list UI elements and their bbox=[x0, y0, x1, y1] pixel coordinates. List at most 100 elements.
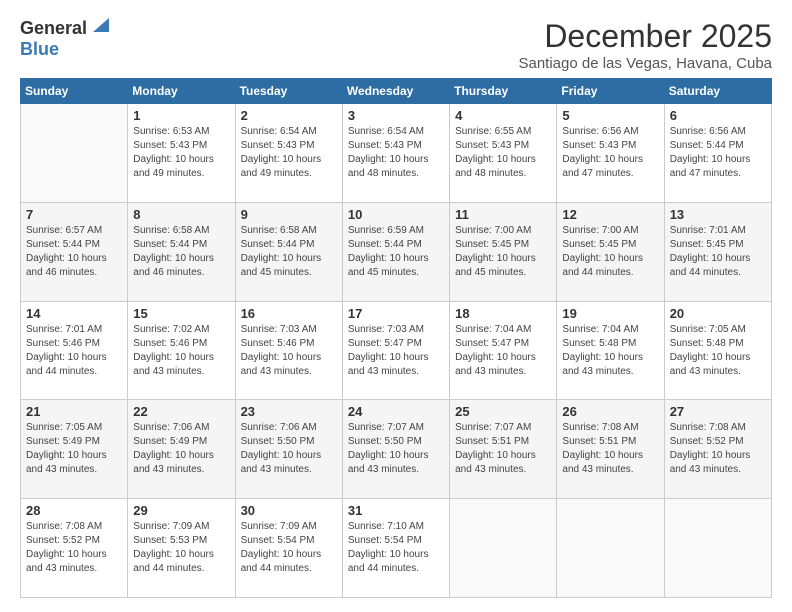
table-row: 20 Sunrise: 7:05 AMSunset: 5:48 PMDayligh… bbox=[664, 301, 771, 400]
day-number: 11 bbox=[455, 207, 551, 222]
day-info: Sunrise: 7:09 AMSunset: 5:54 PMDaylight:… bbox=[241, 520, 337, 576]
calendar-week-row: 14Sunrise: 7:01 AMSunset: 5:46 PMDayligh… bbox=[21, 301, 772, 400]
calendar-week-row: 21Sunrise: 7:05 AMSunset: 5:49 PMDayligh… bbox=[21, 400, 772, 499]
logo: General Blue bbox=[20, 18, 111, 60]
table-row: 9Sunrise: 6:58 AMSunset: 5:44 PMDaylight… bbox=[235, 202, 342, 301]
header-friday: Friday bbox=[557, 79, 664, 104]
header-thursday: Thursday bbox=[450, 79, 557, 104]
day-info: Sunrise: 7:08 AMSunset: 5:52 PMDaylight:… bbox=[26, 520, 122, 576]
table-row: 11 Sunrise: 7:00 AMSunset: 5:45 PMDayligh… bbox=[450, 202, 557, 301]
day-number: 31 bbox=[348, 503, 444, 518]
header: General Blue December 2025 Santiago de l… bbox=[20, 18, 772, 72]
calendar-week-row: 1Sunrise: 6:53 AMSunset: 5:43 PMDaylight… bbox=[21, 104, 772, 203]
day-number: 16 bbox=[241, 306, 337, 321]
day-info: Sunrise: 7:07 AMSunset: 5:51 PMDaylight:… bbox=[455, 421, 551, 477]
calendar-table: Sunday Monday Tuesday Wednesday Thursday… bbox=[20, 78, 772, 598]
day-info: Sunrise: 7:01 AMSunset: 5:45 PMDaylight:… bbox=[670, 224, 766, 280]
table-row: 6 Sunrise: 6:56 AMSunset: 5:44 PMDaylight… bbox=[664, 104, 771, 203]
day-number: 21 bbox=[26, 404, 122, 419]
day-number: 5 bbox=[562, 108, 658, 123]
day-number: 4 bbox=[455, 108, 551, 123]
page: General Blue December 2025 Santiago de l… bbox=[0, 0, 792, 612]
day-info: Sunrise: 7:02 AMSunset: 5:46 PMDaylight:… bbox=[133, 323, 229, 379]
day-number: 20 bbox=[670, 306, 766, 321]
day-info: Sunrise: 7:03 AMSunset: 5:46 PMDaylight:… bbox=[241, 323, 337, 379]
day-number: 19 bbox=[562, 306, 658, 321]
day-number: 6 bbox=[670, 108, 766, 123]
table-row: 28 Sunrise: 7:08 AMSunset: 5:52 PMDayligh… bbox=[21, 499, 128, 598]
logo-general-text: General bbox=[20, 18, 87, 39]
table-row: 26Sunrise: 7:08 AMSunset: 5:51 PMDayligh… bbox=[557, 400, 664, 499]
day-info: Sunrise: 7:00 AMSunset: 5:45 PMDaylight:… bbox=[562, 224, 658, 280]
table-row: 30 Sunrise: 7:09 AMSunset: 5:54 PMDayligh… bbox=[235, 499, 342, 598]
day-info: Sunrise: 7:10 AMSunset: 5:54 PMDaylight:… bbox=[348, 520, 444, 576]
table-row: 1Sunrise: 6:53 AMSunset: 5:43 PMDaylight… bbox=[128, 104, 235, 203]
day-number: 25 bbox=[455, 404, 551, 419]
day-number: 15 bbox=[133, 306, 229, 321]
table-row: 29 Sunrise: 7:09 AMSunset: 5:53 PMDayligh… bbox=[128, 499, 235, 598]
month-title: December 2025 bbox=[518, 18, 772, 55]
table-row: 18Sunrise: 7:04 AMSunset: 5:47 PMDayligh… bbox=[450, 301, 557, 400]
day-number: 26 bbox=[562, 404, 658, 419]
day-number: 3 bbox=[348, 108, 444, 123]
day-info: Sunrise: 7:00 AMSunset: 5:45 PMDaylight:… bbox=[455, 224, 551, 280]
table-row: 16 Sunrise: 7:03 AMSunset: 5:46 PMDayligh… bbox=[235, 301, 342, 400]
day-number: 24 bbox=[348, 404, 444, 419]
table-row: 14Sunrise: 7:01 AMSunset: 5:46 PMDayligh… bbox=[21, 301, 128, 400]
calendar-header-row: Sunday Monday Tuesday Wednesday Thursday… bbox=[21, 79, 772, 104]
day-info: Sunrise: 6:55 AMSunset: 5:43 PMDaylight:… bbox=[455, 125, 551, 181]
day-info: Sunrise: 6:56 AMSunset: 5:44 PMDaylight:… bbox=[670, 125, 766, 181]
day-number: 7 bbox=[26, 207, 122, 222]
table-row: 8Sunrise: 6:58 AMSunset: 5:44 PMDaylight… bbox=[128, 202, 235, 301]
header-tuesday: Tuesday bbox=[235, 79, 342, 104]
day-info: Sunrise: 7:09 AMSunset: 5:53 PMDaylight:… bbox=[133, 520, 229, 576]
table-row: 24Sunrise: 7:07 AMSunset: 5:50 PMDayligh… bbox=[342, 400, 449, 499]
day-number: 18 bbox=[455, 306, 551, 321]
day-info: Sunrise: 6:56 AMSunset: 5:43 PMDaylight:… bbox=[562, 125, 658, 181]
calendar-week-row: 28 Sunrise: 7:08 AMSunset: 5:52 PMDayligh… bbox=[21, 499, 772, 598]
day-number: 22 bbox=[133, 404, 229, 419]
day-info: Sunrise: 6:58 AMSunset: 5:44 PMDaylight:… bbox=[241, 224, 337, 280]
day-number: 30 bbox=[241, 503, 337, 518]
table-row: 23Sunrise: 7:06 AMSunset: 5:50 PMDayligh… bbox=[235, 400, 342, 499]
table-row bbox=[557, 499, 664, 598]
day-number: 1 bbox=[133, 108, 229, 123]
day-number: 13 bbox=[670, 207, 766, 222]
table-row: 21Sunrise: 7:05 AMSunset: 5:49 PMDayligh… bbox=[21, 400, 128, 499]
header-wednesday: Wednesday bbox=[342, 79, 449, 104]
day-info: Sunrise: 6:59 AMSunset: 5:44 PMDaylight:… bbox=[348, 224, 444, 280]
calendar-week-row: 7Sunrise: 6:57 AMSunset: 5:44 PMDaylight… bbox=[21, 202, 772, 301]
day-info: Sunrise: 6:54 AMSunset: 5:43 PMDaylight:… bbox=[348, 125, 444, 181]
header-monday: Monday bbox=[128, 79, 235, 104]
day-number: 12 bbox=[562, 207, 658, 222]
header-saturday: Saturday bbox=[664, 79, 771, 104]
day-info: Sunrise: 6:54 AMSunset: 5:43 PMDaylight:… bbox=[241, 125, 337, 181]
table-row: 31 Sunrise: 7:10 AMSunset: 5:54 PMDayligh… bbox=[342, 499, 449, 598]
day-number: 27 bbox=[670, 404, 766, 419]
day-info: Sunrise: 6:58 AMSunset: 5:44 PMDaylight:… bbox=[133, 224, 229, 280]
table-row bbox=[664, 499, 771, 598]
day-number: 28 bbox=[26, 503, 122, 518]
table-row bbox=[450, 499, 557, 598]
day-number: 10 bbox=[348, 207, 444, 222]
day-info: Sunrise: 7:06 AMSunset: 5:50 PMDaylight:… bbox=[241, 421, 337, 477]
logo-top: General bbox=[20, 18, 111, 39]
title-section: December 2025 Santiago de las Vegas, Hav… bbox=[518, 18, 772, 72]
day-number: 2 bbox=[241, 108, 337, 123]
table-row: 15 Sunrise: 7:02 AMSunset: 5:46 PMDayligh… bbox=[128, 301, 235, 400]
table-row: 5 Sunrise: 6:56 AMSunset: 5:43 PMDaylight… bbox=[557, 104, 664, 203]
logo-icon bbox=[91, 14, 111, 34]
table-row: 12 Sunrise: 7:00 AMSunset: 5:45 PMDayligh… bbox=[557, 202, 664, 301]
table-row bbox=[21, 104, 128, 203]
day-number: 29 bbox=[133, 503, 229, 518]
table-row: 3 Sunrise: 6:54 AMSunset: 5:43 PMDaylight… bbox=[342, 104, 449, 203]
table-row: 17Sunrise: 7:03 AMSunset: 5:47 PMDayligh… bbox=[342, 301, 449, 400]
table-row: 4 Sunrise: 6:55 AMSunset: 5:43 PMDaylight… bbox=[450, 104, 557, 203]
location: Santiago de las Vegas, Havana, Cuba bbox=[518, 55, 772, 72]
header-sunday: Sunday bbox=[21, 79, 128, 104]
table-row: 25 Sunrise: 7:07 AMSunset: 5:51 PMDayligh… bbox=[450, 400, 557, 499]
day-info: Sunrise: 7:05 AMSunset: 5:48 PMDaylight:… bbox=[670, 323, 766, 379]
day-info: Sunrise: 7:01 AMSunset: 5:46 PMDaylight:… bbox=[26, 323, 122, 379]
logo-blue-text: Blue bbox=[20, 39, 59, 60]
table-row: 19Sunrise: 7:04 AMSunset: 5:48 PMDayligh… bbox=[557, 301, 664, 400]
